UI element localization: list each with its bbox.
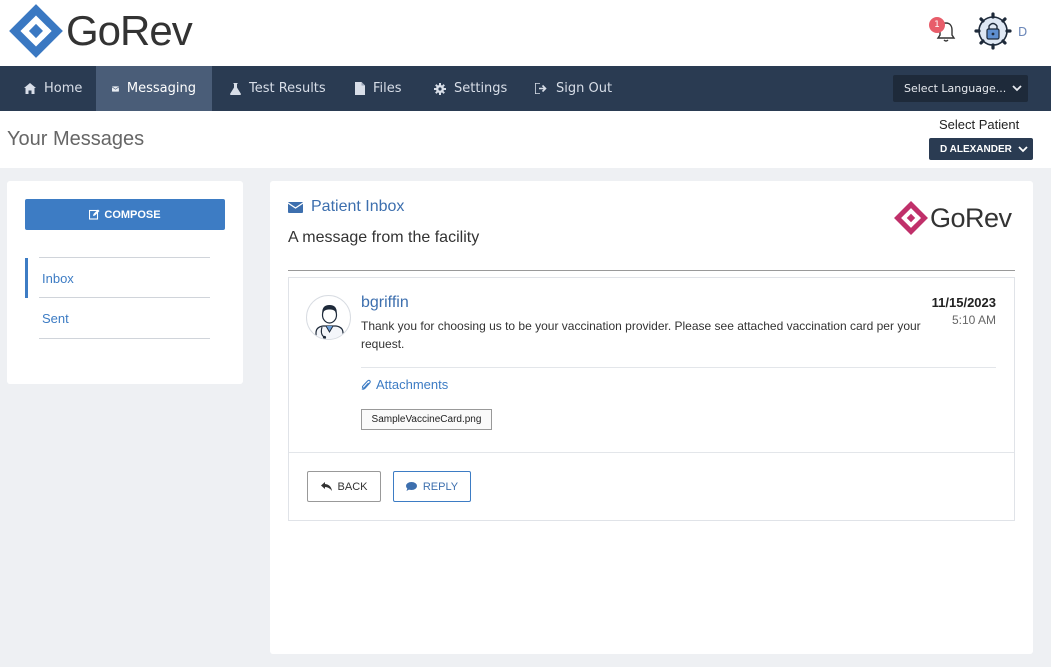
nav-sign-out[interactable]: Sign Out — [519, 66, 628, 111]
attachment-file[interactable]: SampleVaccineCard.png — [361, 409, 492, 430]
sender-avatar — [306, 295, 351, 340]
sign-out-icon — [535, 83, 547, 94]
attachments-label: Attachments — [376, 377, 449, 392]
reply-button[interactable]: REPLY — [393, 471, 471, 502]
nav-messaging-label: Messaging — [126, 81, 196, 96]
inbox-title: Patient Inbox — [288, 198, 404, 216]
edit-icon — [89, 209, 100, 220]
divider — [289, 452, 1014, 453]
brand-logo[interactable]: GoRev — [8, 3, 193, 59]
gorev-logo-icon — [9, 4, 63, 58]
page-header — [0, 111, 1051, 168]
divider — [361, 367, 996, 368]
page-title: Your Messages — [7, 128, 145, 150]
nav-sign-out-label: Sign Out — [556, 81, 613, 96]
folder-inbox-label: Inbox — [42, 270, 74, 286]
doctor-avatar-icon — [315, 305, 344, 339]
select-patient-label: Select Patient — [939, 117, 1020, 132]
reply-label: REPLY — [422, 480, 459, 493]
comment-icon — [405, 482, 417, 491]
brand-name: GoRev — [66, 7, 193, 54]
paperclip-icon — [361, 379, 371, 390]
folder-sent[interactable]: Sent — [25, 298, 210, 338]
compose-button[interactable]: COMPOSE — [25, 199, 225, 230]
inbox-subtitle: A message from the facility — [288, 229, 480, 246]
back-button[interactable]: BACK — [307, 471, 381, 502]
envelope-icon — [112, 85, 119, 92]
user-initial[interactable]: D — [1018, 25, 1027, 39]
language-select[interactable]: Select Language... — [893, 75, 1028, 102]
compose-label: COMPOSE — [104, 208, 161, 221]
back-label: BACK — [337, 480, 368, 493]
folder-inbox[interactable]: Inbox — [25, 258, 210, 298]
facility-logo: GoRev — [893, 200, 1012, 236]
nav-home[interactable]: Home — [8, 66, 98, 111]
nav-files[interactable]: Files — [339, 66, 418, 111]
top-header: GoRev 1 D — [0, 0, 1051, 66]
facility-logo-text: GoRev — [930, 202, 1012, 233]
envelope-icon — [288, 201, 303, 213]
nav-test-results-label: Test Results — [249, 81, 326, 96]
back-arrow-icon — [320, 482, 332, 491]
facility-logo-icon — [894, 201, 928, 235]
divider — [288, 270, 1015, 271]
notification-badge: 1 — [929, 17, 945, 33]
inbox-title-text: Patient Inbox — [311, 198, 405, 215]
nav-files-label: Files — [373, 81, 402, 96]
account-security-icon[interactable] — [974, 12, 1012, 50]
message-body: Thank you for choosing us to be your vac… — [361, 319, 921, 351]
attachments-heading: Attachments — [361, 377, 448, 392]
nav-settings[interactable]: Settings — [418, 66, 523, 111]
nav-settings-label: Settings — [454, 81, 508, 96]
nav-home-label: Home — [44, 81, 83, 96]
flask-icon — [230, 82, 241, 95]
patient-select-value: D ALEXANDER — [940, 143, 1012, 155]
file-icon — [355, 82, 365, 95]
patient-select[interactable]: D ALEXANDER — [929, 138, 1033, 160]
nav-test-results[interactable]: Test Results — [214, 66, 342, 111]
message-sender: bgriffin — [361, 294, 409, 311]
home-icon — [24, 83, 36, 94]
nav-messaging[interactable]: Messaging — [96, 66, 212, 111]
language-select-value: Select Language... — [904, 82, 1007, 95]
chevron-down-icon — [1018, 146, 1028, 153]
folder-sent-label: Sent — [42, 310, 69, 326]
gear-icon — [434, 82, 446, 95]
divider — [39, 338, 210, 339]
message-date: 11/15/2023 — [931, 295, 996, 310]
chevron-down-icon — [1012, 85, 1022, 92]
